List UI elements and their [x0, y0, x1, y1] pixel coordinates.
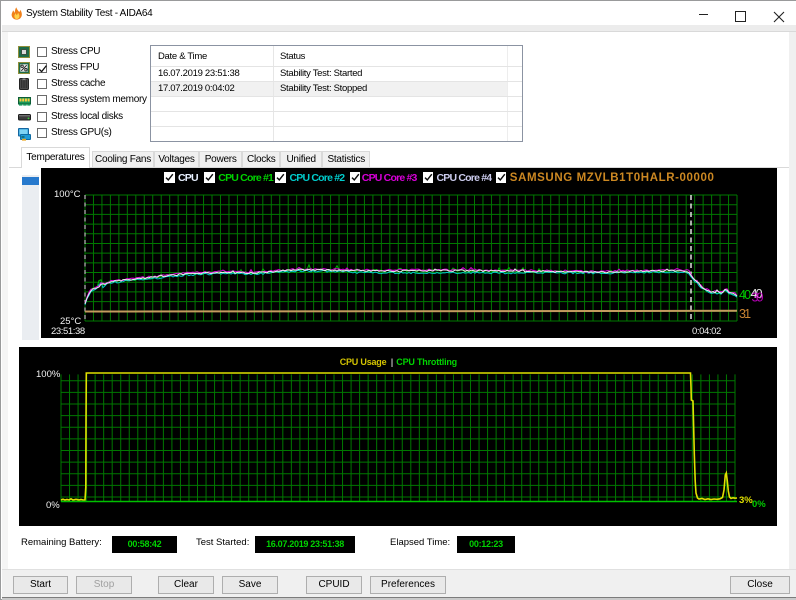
svg-text:0%: 0%	[46, 500, 60, 511]
svg-text:|: |	[391, 357, 394, 367]
svg-text:100°C: 100°C	[54, 189, 81, 200]
svg-text:0%: 0%	[752, 499, 766, 510]
svg-text:100%: 100%	[36, 369, 61, 380]
svg-text:CPU Usage: CPU Usage	[340, 357, 387, 367]
svg-text:31: 31	[739, 307, 751, 321]
svg-text:0:04:02: 0:04:02	[692, 326, 721, 337]
svg-text:40: 40	[739, 288, 751, 302]
svg-text:CPU Throttling: CPU Throttling	[396, 357, 457, 367]
svg-text:23:51:38: 23:51:38	[51, 326, 85, 337]
svg-text:39: 39	[752, 291, 764, 305]
